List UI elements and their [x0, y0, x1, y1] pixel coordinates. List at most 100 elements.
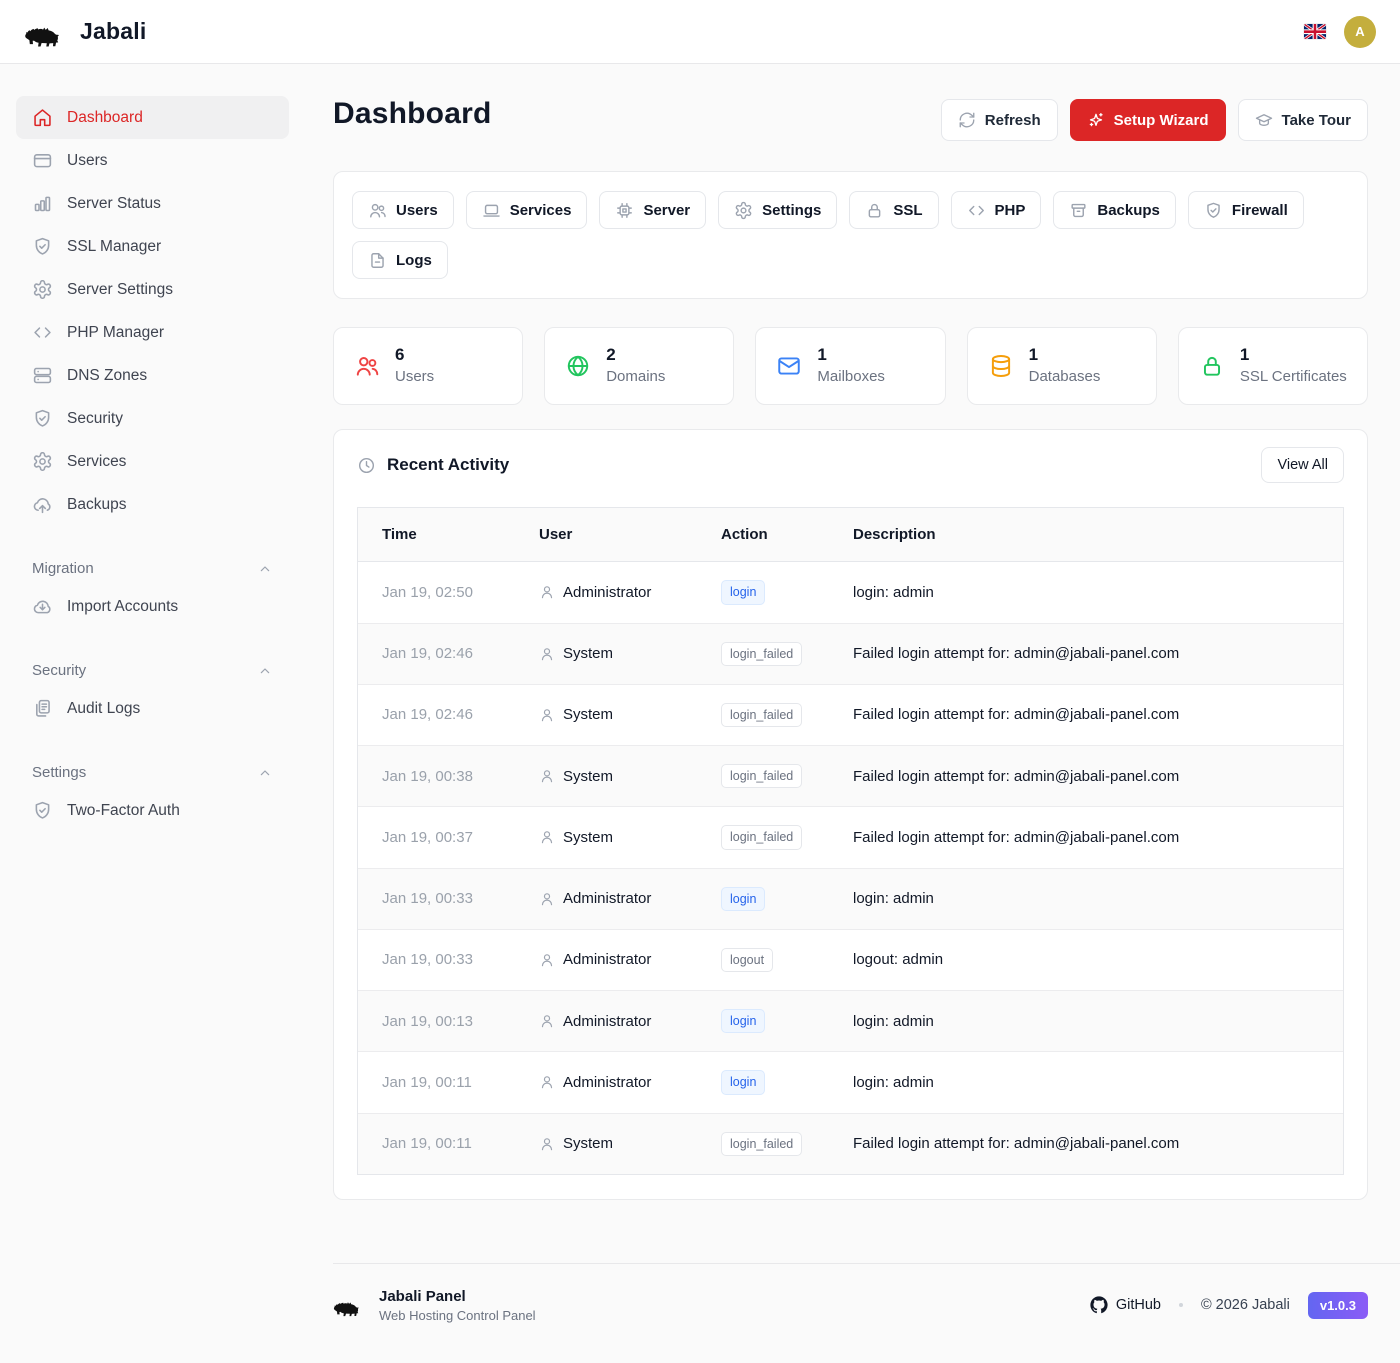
sidebar-item-backups[interactable]: Backups [16, 483, 289, 526]
activity-user-cell: System [515, 1113, 697, 1174]
activity-user-name: Administrator [563, 951, 651, 968]
lock-icon [865, 201, 884, 220]
activity-user-name: System [563, 645, 613, 662]
sidebar-section-settings[interactable]: Settings [16, 752, 289, 789]
activity-description: Failed login attempt for: admin@jabali-p… [829, 807, 1343, 868]
refresh-icon [958, 111, 976, 129]
stats-row: 6Users 2Domains 1Mailboxes 1Databases 1SSL C… [333, 327, 1368, 405]
clipboard-icon [32, 698, 53, 719]
quicklink-users-button[interactable]: Users [352, 191, 454, 229]
activity-description: login: admin [829, 1052, 1343, 1113]
sidebar-item-audit-logs[interactable]: Audit Logs [16, 687, 289, 730]
take-tour-button[interactable]: Take Tour [1238, 99, 1368, 141]
setup-wizard-button[interactable]: Setup Wizard [1070, 99, 1226, 141]
sidebar-item-label: Security [67, 410, 123, 428]
column-header-time: Time [358, 508, 515, 562]
sidebar-item-users[interactable]: Users [16, 139, 289, 182]
activity-user-name: Administrator [563, 890, 651, 907]
cloud-upload-icon [32, 494, 53, 515]
table-row: Jan 19, 00:11Administratorloginlogin: ad… [358, 1052, 1343, 1113]
activity-user: Administrator [539, 890, 685, 907]
main-content: Dashboard Refresh Setup Wizard Take Tour U… [305, 64, 1400, 1265]
activity-description: login: admin [829, 868, 1343, 929]
activity-user: System [539, 768, 685, 785]
activity-user: System [539, 706, 685, 723]
sidebar-item-services[interactable]: Services [16, 440, 289, 483]
button-label: Setup Wizard [1114, 112, 1209, 129]
stat-value: 1 [817, 345, 885, 365]
stat-text: 1Mailboxes [817, 345, 885, 387]
stat-card-users[interactable]: 6Users [333, 327, 523, 405]
github-link[interactable]: GitHub [1090, 1296, 1161, 1314]
table-row: Jan 19, 00:33Administratorloginlogin: ad… [358, 868, 1343, 929]
quicklink-services-button[interactable]: Services [466, 191, 588, 229]
sidebar-item-label: Backups [67, 496, 126, 514]
refresh-button[interactable]: Refresh [941, 99, 1058, 141]
page-title: Dashboard [333, 97, 492, 131]
sidebar-section-migration[interactable]: Migration [16, 548, 289, 585]
quicklink-php-button[interactable]: PHP [951, 191, 1042, 229]
sidebar-item-dashboard[interactable]: Dashboard [16, 96, 289, 139]
language-flag-icon[interactable] [1304, 24, 1326, 39]
quicklink-server-button[interactable]: Server [599, 191, 706, 229]
activity-time: Jan 19, 00:37 [358, 807, 515, 868]
user-icon [539, 707, 555, 723]
activity-description: Failed login attempt for: admin@jabali-p… [829, 623, 1343, 684]
stat-text: 1SSL Certificates [1240, 345, 1347, 387]
sparkles-icon [1087, 111, 1105, 129]
action-badge: login_failed [721, 825, 802, 849]
activity-action-cell: login [697, 562, 829, 623]
activity-user-name: System [563, 829, 613, 846]
sidebar-section-security[interactable]: Security [16, 650, 289, 687]
activity-user: System [539, 1135, 685, 1152]
activity-description: login: admin [829, 562, 1343, 623]
sidebar-item-ssl-manager[interactable]: SSL Manager [16, 225, 289, 268]
version-badge[interactable]: v1.0.3 [1308, 1292, 1368, 1319]
stat-text: 6Users [395, 345, 434, 387]
activity-user-cell: Administrator [515, 1052, 697, 1113]
shield-check-icon [32, 236, 53, 257]
chevron-up-icon [257, 765, 273, 781]
sidebar-item-server-status[interactable]: Server Status [16, 182, 289, 225]
activity-user-name: Administrator [563, 584, 651, 601]
footer-tagline: Web Hosting Control Panel [379, 1308, 536, 1323]
sidebar-item-import-accounts[interactable]: Import Accounts [16, 585, 289, 628]
brand[interactable]: Jabali [24, 14, 146, 50]
quicklink-ssl-button[interactable]: SSL [849, 191, 938, 229]
activity-user-name: System [563, 768, 613, 785]
users-icon [354, 353, 380, 379]
activity-user-name: System [563, 1135, 613, 1152]
quicklink-firewall-button[interactable]: Firewall [1188, 191, 1304, 229]
activity-user-cell: Administrator [515, 868, 697, 929]
sidebar-item-dns-zones[interactable]: DNS Zones [16, 354, 289, 397]
stat-card-domains[interactable]: 2Domains [544, 327, 734, 405]
server-stack-icon [32, 365, 53, 386]
sidebar-item-label: DNS Zones [67, 367, 147, 385]
archive-icon [1069, 201, 1088, 220]
boar-logo-icon [333, 1292, 367, 1319]
user-avatar[interactable]: A [1344, 16, 1376, 48]
table-row: Jan 19, 02:46Systemlogin_failedFailed lo… [358, 684, 1343, 745]
graduation-cap-icon [1255, 111, 1273, 129]
quicklink-label: SSL [893, 202, 922, 219]
sidebar-item-security[interactable]: Security [16, 397, 289, 440]
globe-icon [565, 353, 591, 379]
activity-time: Jan 19, 00:33 [358, 868, 515, 929]
activity-user: Administrator [539, 584, 685, 601]
quicklink-logs-button[interactable]: Logs [352, 241, 448, 279]
sidebar-item-label: Two-Factor Auth [67, 802, 180, 820]
view-all-button[interactable]: View All [1261, 447, 1344, 483]
stat-card-ssl-certificates[interactable]: 1SSL Certificates [1178, 327, 1368, 405]
stat-card-databases[interactable]: 1Databases [967, 327, 1157, 405]
bar-chart-icon [32, 193, 53, 214]
stat-card-mailboxes[interactable]: 1Mailboxes [755, 327, 945, 405]
table-row: Jan 19, 00:11Systemlogin_failedFailed lo… [358, 1113, 1343, 1174]
sidebar-item-two-factor-auth[interactable]: Two-Factor Auth [16, 789, 289, 832]
quicklink-settings-button[interactable]: Settings [718, 191, 837, 229]
sidebar-item-php-manager[interactable]: PHP Manager [16, 311, 289, 354]
sidebar-item-server-settings[interactable]: Server Settings [16, 268, 289, 311]
quicklink-backups-button[interactable]: Backups [1053, 191, 1176, 229]
footer-brand: Jabali Panel [379, 1288, 536, 1305]
mail-icon [776, 353, 802, 379]
quicklink-label: Settings [762, 202, 821, 219]
